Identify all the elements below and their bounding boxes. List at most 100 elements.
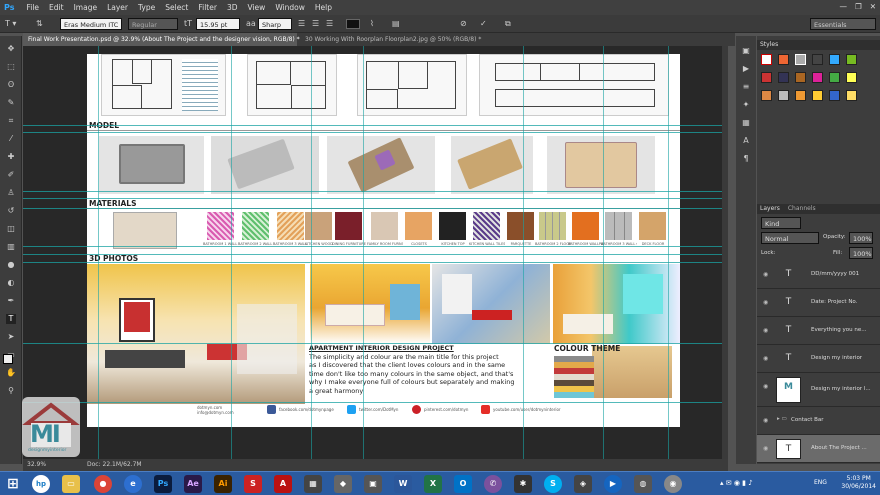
menu-3d[interactable]: 3D — [227, 3, 238, 12]
layer-row[interactable]: ◉ T Everything you ne... — [757, 317, 880, 345]
style-swatch[interactable] — [778, 54, 789, 65]
menu-help[interactable]: Help — [315, 3, 332, 12]
layer-row[interactable]: ◉ T DD/mm/yyyy 001 — [757, 261, 880, 289]
s-app-icon[interactable]: S — [244, 475, 262, 493]
eye-icon[interactable]: ◉ — [763, 355, 768, 362]
commit-icon[interactable]: ✓ — [480, 18, 487, 30]
quick-select-tool-icon[interactable]: ✎ — [6, 98, 16, 108]
photoshop-taskbar-icon[interactable]: Ps — [154, 475, 172, 493]
style-swatch[interactable] — [778, 90, 789, 101]
layer-row[interactable]: ◉ T About The Project ... — [757, 435, 880, 463]
ie-icon[interactable]: e — [124, 475, 142, 493]
style-swatch[interactable] — [795, 72, 806, 83]
viber-icon[interactable]: ✆ — [484, 475, 502, 493]
tray-icons[interactable]: ▴ ✉ ◉ ▮ ♪ — [720, 479, 753, 487]
adjust-icon[interactable]: ≡ — [741, 82, 751, 92]
style-swatch[interactable] — [778, 72, 789, 83]
excel-icon[interactable]: X — [424, 475, 442, 493]
eye-icon[interactable]: ◉ — [763, 299, 768, 306]
warp-text-icon[interactable]: ⌇ — [370, 18, 374, 30]
minimize-icon[interactable]: — — [839, 2, 847, 11]
layer-row[interactable]: ◉ T Design my interior — [757, 345, 880, 373]
swatch-icon[interactable]: ▦ — [741, 118, 751, 128]
language-indicator[interactable]: ENG — [814, 479, 827, 486]
tab-layers[interactable]: Layers — [760, 204, 780, 214]
foreground-color[interactable] — [3, 354, 13, 364]
crop-tool-icon[interactable]: ⌗ — [6, 116, 16, 126]
app-icon[interactable]: ▣ — [364, 475, 382, 493]
healing-tool-icon[interactable]: ✚ — [6, 152, 16, 162]
app-icon[interactable]: ▦ — [304, 475, 322, 493]
illustrator-icon[interactable]: Ai — [214, 475, 232, 493]
eye-icon[interactable]: ◉ — [763, 383, 768, 390]
system-clock[interactable]: 5:03 PM 30/06/2014 — [841, 475, 876, 491]
style-swatch[interactable] — [829, 54, 840, 65]
skype-icon[interactable]: S — [544, 475, 562, 493]
menu-view[interactable]: View — [248, 3, 266, 12]
media-player-icon[interactable]: ▶ — [604, 475, 622, 493]
canvas-area[interactable]: MODEL MATERIALS — [23, 46, 728, 459]
play-icon[interactable]: ▶ — [741, 64, 751, 74]
vertical-scrollbar[interactable] — [722, 46, 728, 459]
style-swatch[interactable] — [795, 54, 806, 65]
character-icon[interactable]: A — [741, 136, 751, 146]
eyedropper-tool-icon[interactable]: ⁄ — [6, 134, 16, 144]
gradient-tool-icon[interactable]: ▥ — [6, 242, 16, 252]
style-swatch[interactable] — [812, 54, 823, 65]
document-canvas[interactable]: MODEL MATERIALS — [87, 54, 680, 427]
fill-field[interactable]: 100% — [849, 247, 873, 259]
workspace-select[interactable]: Essentials — [810, 18, 876, 30]
style-swatch[interactable] — [846, 54, 857, 65]
layer-row[interactable]: ◉ ▸ ▭ Contact Bar — [757, 407, 880, 435]
style-swatch[interactable] — [846, 72, 857, 83]
align-right-icon[interactable]: ☰ — [326, 18, 333, 30]
app-icon[interactable]: ◈ — [574, 475, 592, 493]
blur-tool-icon[interactable]: ● — [6, 260, 16, 270]
move-tool-icon[interactable]: ✥ — [6, 44, 16, 54]
3d-text-icon[interactable]: ⧉ — [505, 18, 511, 30]
app-icon[interactable]: ✱ — [514, 475, 532, 493]
menu-edit[interactable]: Edit — [49, 3, 64, 12]
pen-tool-icon[interactable]: ✒ — [6, 296, 16, 306]
brush-preset-icon[interactable]: ✦ — [741, 100, 751, 110]
app-icon[interactable]: ◉ — [664, 475, 682, 493]
layer-row[interactable]: ◉ T Date: Project No. — [757, 289, 880, 317]
style-swatch[interactable] — [761, 54, 772, 65]
eye-icon[interactable]: ◉ — [763, 445, 768, 452]
style-swatch[interactable] — [812, 90, 823, 101]
acrobat-icon[interactable]: A — [274, 475, 292, 493]
start-button-icon[interactable]: ⊞ — [4, 475, 22, 493]
brush-tool-icon[interactable]: ✐ — [6, 170, 16, 180]
align-center-icon[interactable]: ☰ — [312, 18, 319, 30]
menu-filter[interactable]: Filter — [198, 3, 217, 12]
app-icon[interactable]: ◆ — [334, 475, 352, 493]
font-size-field[interactable]: 15.95 pt — [196, 18, 240, 30]
menu-window[interactable]: Window — [275, 3, 305, 12]
layer-row[interactable]: ◉ M Design my interior l... — [757, 373, 880, 407]
marquee-tool-icon[interactable]: ⬚ — [6, 62, 16, 72]
style-swatch[interactable] — [761, 72, 772, 83]
eye-icon[interactable]: ◉ — [763, 271, 768, 278]
style-swatch[interactable] — [812, 72, 823, 83]
eye-icon[interactable]: ◉ — [763, 417, 768, 424]
type-tool-icon[interactable]: T — [6, 314, 16, 324]
explorer-icon[interactable]: ▭ — [62, 475, 80, 493]
history-brush-icon[interactable]: ↺ — [6, 206, 16, 216]
tab-floorplan[interactable]: 30 Working With Roorplan Floorplan2.jpg … — [300, 33, 496, 46]
close-icon[interactable]: ✕ — [870, 2, 876, 11]
zoom-level[interactable]: 32.9% — [27, 459, 46, 471]
dodge-tool-icon[interactable]: ◐ — [6, 278, 16, 288]
stamp-tool-icon[interactable]: ♙ — [6, 188, 16, 198]
antialias-field[interactable]: Sharp — [258, 18, 292, 30]
menu-layer[interactable]: Layer — [107, 3, 128, 12]
blend-mode-select[interactable]: Normal — [761, 232, 819, 244]
menu-select[interactable]: Select — [165, 3, 188, 12]
maximize-icon[interactable]: ❐ — [855, 2, 862, 11]
font-style-field[interactable]: Regular — [128, 18, 178, 30]
character-panel-icon[interactable]: ▤ — [392, 18, 400, 30]
orientation-icon[interactable]: ⇅ — [36, 18, 43, 30]
word-icon[interactable]: W — [394, 475, 412, 493]
outlook-icon[interactable]: O — [454, 475, 472, 493]
layer-kind-filter[interactable]: Kind — [761, 217, 801, 229]
style-swatch[interactable] — [846, 90, 857, 101]
